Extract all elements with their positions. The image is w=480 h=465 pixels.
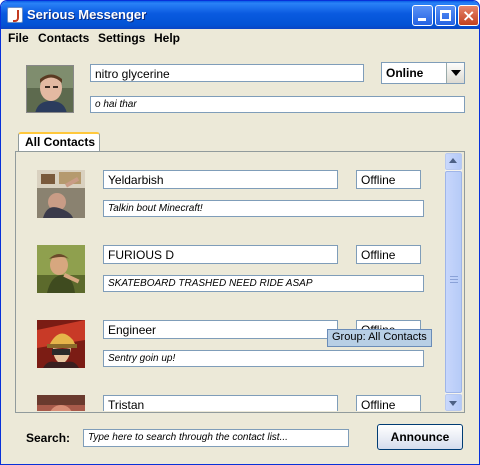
contact-row[interactable]: Yeldarbish Offline Talkin bout Minecraft… (17, 153, 445, 228)
contact-avatar (37, 320, 85, 368)
search-label: Search: (26, 431, 71, 445)
search-input[interactable]: Type here to search through the contact … (83, 429, 349, 447)
contact-message: Sentry goin up! (103, 350, 424, 367)
contact-name: FURIOUS D (103, 245, 338, 264)
status-message-input[interactable]: o hai thar (90, 96, 465, 113)
contact-avatar (37, 395, 85, 411)
group-tooltip: Group: All Contacts (327, 329, 432, 347)
user-avatar[interactable] (26, 65, 74, 113)
scroll-up-icon[interactable] (445, 153, 462, 170)
menu-contacts[interactable]: Contacts (38, 31, 89, 45)
menu-help[interactable]: Help (154, 31, 180, 45)
scroll-thumb[interactable] (445, 171, 462, 393)
contact-message: SKATEBOARD TRASHED NEED RIDE ASAP (103, 275, 424, 292)
menu-settings[interactable]: Settings (98, 31, 145, 45)
grip-line (450, 276, 458, 277)
contact-row[interactable]: Tristan Offline (17, 378, 445, 411)
scroll-down-icon[interactable] (445, 394, 462, 411)
contact-status: Offline (356, 245, 421, 264)
contact-list: Yeldarbish Offline Talkin bout Minecraft… (17, 153, 445, 411)
grip-line (450, 279, 458, 280)
java-cup-icon (7, 7, 23, 23)
close-icon: × (462, 6, 476, 25)
maximize-button[interactable] (435, 5, 456, 26)
minimize-icon (418, 18, 426, 21)
contacts-panel: Yeldarbish Offline Talkin bout Minecraft… (15, 151, 465, 413)
window-title: Serious Messenger (27, 7, 147, 22)
contact-name: Tristan (103, 395, 338, 411)
contact-row[interactable]: FURIOUS D Offline SKATEBOARD TRASHED NEE… (17, 228, 445, 303)
contact-message: Talkin bout Minecraft! (103, 200, 424, 217)
presence-value: Online (386, 66, 424, 80)
title-bar[interactable]: Serious Messenger × (1, 1, 479, 29)
contact-name: Engineer (103, 320, 338, 339)
maximize-icon (440, 10, 451, 21)
menu-bar: File Contacts Settings Help (1, 29, 479, 49)
contact-avatar (37, 245, 85, 293)
contact-name: Yeldarbish (103, 170, 338, 189)
minimize-button[interactable] (412, 5, 433, 26)
contact-status: Offline (356, 170, 421, 189)
contact-avatar (37, 170, 85, 218)
contact-status: Offline (356, 395, 421, 411)
tab-all-contacts[interactable]: All Contacts (18, 132, 100, 152)
messenger-window: Serious Messenger × File Contacts Settin… (0, 0, 480, 465)
chevron-down-icon[interactable] (446, 63, 464, 83)
display-name-input[interactable]: nitro glycerine (90, 64, 364, 82)
close-button[interactable]: × (458, 5, 479, 26)
presence-dropdown[interactable]: Online (381, 62, 465, 84)
contact-list-scrollbar[interactable] (445, 153, 462, 411)
menu-file[interactable]: File (8, 31, 29, 45)
grip-line (450, 282, 458, 283)
announce-button[interactable]: Announce (377, 424, 463, 450)
